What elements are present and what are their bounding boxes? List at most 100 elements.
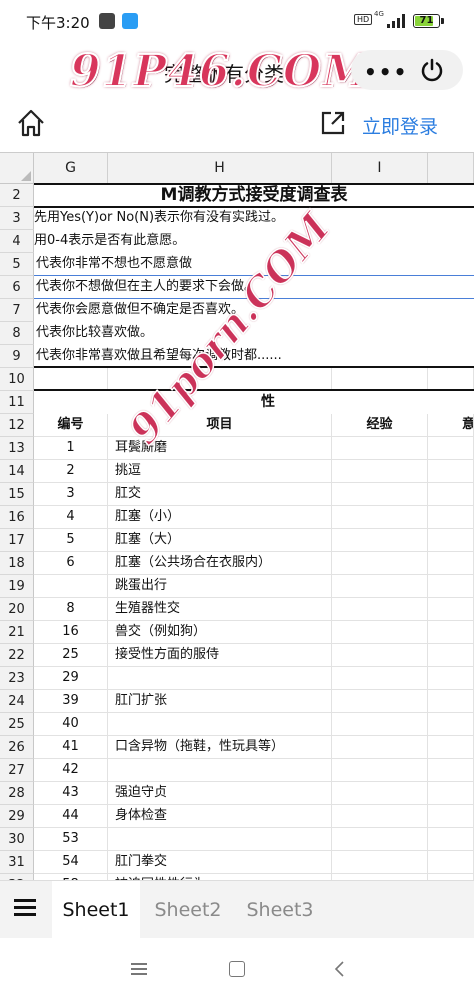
item-number-cell[interactable]: 1	[34, 437, 108, 460]
item-number-cell[interactable]: 42	[34, 759, 108, 782]
instruction-cell[interactable]: 代表你不想做但在主人的要求下会做。	[36, 276, 257, 299]
item-number-cell[interactable]: 29	[34, 667, 108, 690]
login-link[interactable]: 立即登录	[362, 112, 438, 139]
willingness-cell[interactable]	[428, 828, 474, 851]
instruction-cell[interactable]: 代表你比较喜欢做。	[36, 322, 153, 345]
column-header-i[interactable]: I	[332, 153, 428, 184]
item-name-cell[interactable]: 肛塞（公共场合在衣服内）	[108, 552, 332, 575]
row-number[interactable]: 8	[0, 322, 34, 345]
experience-cell[interactable]	[332, 483, 428, 506]
experience-cell[interactable]	[332, 759, 428, 782]
item-number-cell[interactable]: 25	[34, 644, 108, 667]
willingness-cell[interactable]	[428, 713, 474, 736]
row-number[interactable]: 12	[0, 414, 34, 437]
willingness-cell[interactable]	[428, 575, 474, 598]
experience-cell[interactable]	[332, 437, 428, 460]
item-name-cell[interactable]: 肛门拳交	[108, 851, 332, 874]
tab-sheet1[interactable]: Sheet1	[52, 881, 140, 938]
row-number[interactable]: 18	[0, 552, 34, 575]
item-name-cell[interactable]: 身体检查	[108, 805, 332, 828]
item-number-cell[interactable]: 40	[34, 713, 108, 736]
item-name-cell[interactable]	[108, 667, 332, 690]
row-number[interactable]: 28	[0, 782, 34, 805]
row-number[interactable]: 5	[0, 253, 34, 276]
row-number[interactable]: 25	[0, 713, 34, 736]
experience-cell[interactable]	[332, 690, 428, 713]
item-name-cell[interactable]	[108, 713, 332, 736]
select-all-corner[interactable]	[0, 153, 34, 184]
item-name-cell[interactable]: 生殖器性交	[108, 598, 332, 621]
item-name-cell[interactable]: 挑逗	[108, 460, 332, 483]
row-number[interactable]: 10	[0, 368, 34, 391]
column-header-g[interactable]: G	[34, 153, 108, 184]
experience-cell[interactable]	[332, 828, 428, 851]
willingness-cell[interactable]	[428, 759, 474, 782]
row-number[interactable]: 13	[0, 437, 34, 460]
item-number-cell[interactable]: 53	[34, 828, 108, 851]
instruction-cell[interactable]: 用0-4表示是否有此意愿。	[34, 230, 185, 253]
experience-cell[interactable]	[332, 713, 428, 736]
item-number-cell[interactable]: 43	[34, 782, 108, 805]
item-name-cell[interactable]: 口含异物（拖鞋，性玩具等）	[108, 736, 332, 759]
row-number[interactable]: 16	[0, 506, 34, 529]
experience-cell[interactable]	[332, 805, 428, 828]
willingness-cell[interactable]	[428, 437, 474, 460]
willingness-cell[interactable]	[428, 483, 474, 506]
instruction-cell[interactable]: 代表你非常不想也不愿意做	[36, 253, 192, 276]
sheet-title[interactable]: M调教方式接受度调查表	[34, 184, 474, 207]
instruction-cell[interactable]: 先用Yes(Y)or No(N)表示你有没有实践过。	[34, 207, 284, 230]
item-number-cell[interactable]: 16	[34, 621, 108, 644]
row-number[interactable]: 11	[0, 391, 34, 414]
item-number-cell[interactable]: 8	[34, 598, 108, 621]
more-button[interactable]: •••	[364, 60, 408, 84]
instruction-cell[interactable]: 代表你非常喜欢做且希望每次调教时都......	[36, 345, 282, 368]
willingness-cell[interactable]	[428, 552, 474, 575]
row-number[interactable]: 24	[0, 690, 34, 713]
experience-cell[interactable]	[332, 782, 428, 805]
item-number-cell[interactable]: 2	[34, 460, 108, 483]
row-number[interactable]: 4	[0, 230, 34, 253]
experience-cell[interactable]	[332, 736, 428, 759]
experience-cell[interactable]	[332, 575, 428, 598]
tab-sheet2[interactable]: Sheet2	[144, 881, 232, 938]
willingness-cell[interactable]	[428, 598, 474, 621]
header-willingness[interactable]: 意	[428, 414, 474, 437]
item-number-cell[interactable]: 54	[34, 851, 108, 874]
item-number-cell[interactable]: 41	[34, 736, 108, 759]
willingness-cell[interactable]	[428, 690, 474, 713]
experience-cell[interactable]	[332, 644, 428, 667]
item-number-cell[interactable]: 6	[34, 552, 108, 575]
willingness-cell[interactable]	[428, 529, 474, 552]
row-number[interactable]: 9	[0, 345, 34, 368]
empty-cell[interactable]	[332, 368, 428, 391]
row-number[interactable]: 31	[0, 851, 34, 874]
row-number[interactable]: 20	[0, 598, 34, 621]
row-number[interactable]: 17	[0, 529, 34, 552]
willingness-cell[interactable]	[428, 644, 474, 667]
row-number[interactable]: 14	[0, 460, 34, 483]
row-number[interactable]: 29	[0, 805, 34, 828]
row-number[interactable]: 6	[0, 276, 34, 299]
row-number[interactable]: 27	[0, 759, 34, 782]
row-number[interactable]: 15	[0, 483, 34, 506]
item-name-cell[interactable]: 兽交（例如狗）	[108, 621, 332, 644]
item-name-cell[interactable]: 肛塞（小）	[108, 506, 332, 529]
menu-icon[interactable]	[14, 897, 36, 919]
experience-cell[interactable]	[332, 667, 428, 690]
empty-cell[interactable]	[428, 368, 474, 391]
item-name-cell[interactable]: 跳蛋出行	[108, 575, 332, 598]
home-nav-icon[interactable]	[229, 961, 245, 977]
item-number-cell[interactable]: 4	[34, 506, 108, 529]
row-number[interactable]: 30	[0, 828, 34, 851]
item-name-cell[interactable]	[108, 828, 332, 851]
power-icon[interactable]	[419, 57, 445, 83]
column-header-j[interactable]	[428, 153, 474, 184]
item-name-cell[interactable]: 强迫守贞	[108, 782, 332, 805]
item-name-cell[interactable]: 肛交	[108, 483, 332, 506]
item-name-cell[interactable]: 接受性方面的服侍	[108, 644, 332, 667]
willingness-cell[interactable]	[428, 460, 474, 483]
willingness-cell[interactable]	[428, 667, 474, 690]
willingness-cell[interactable]	[428, 621, 474, 644]
row-number[interactable]: 19	[0, 575, 34, 598]
experience-cell[interactable]	[332, 552, 428, 575]
